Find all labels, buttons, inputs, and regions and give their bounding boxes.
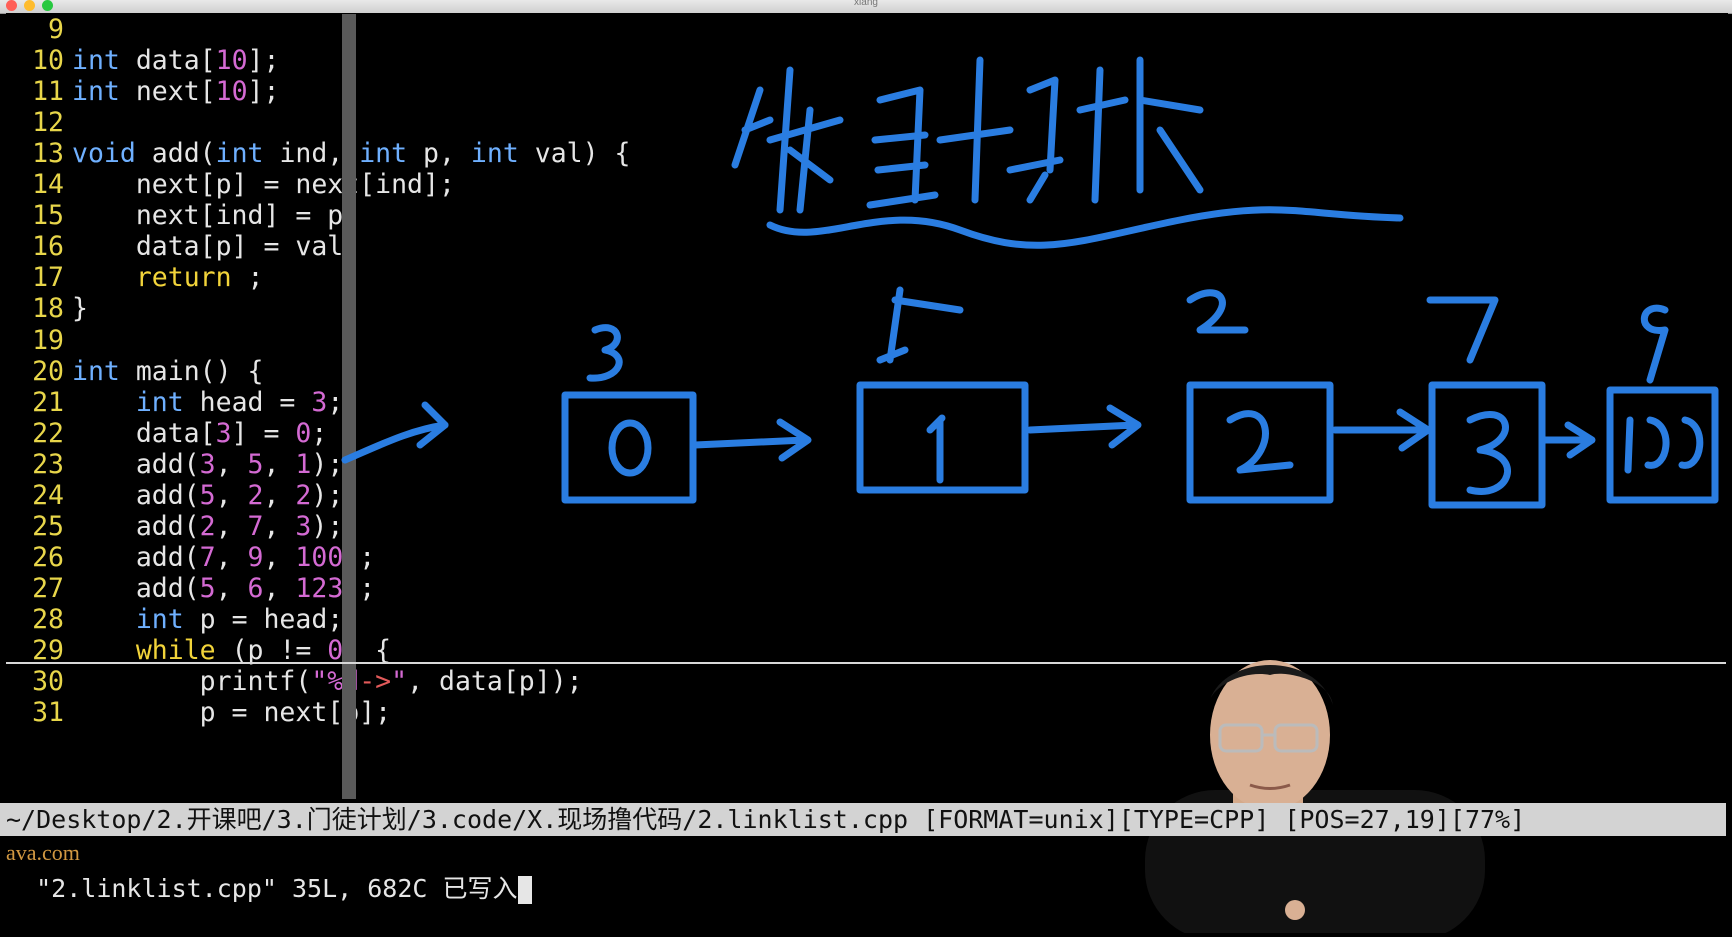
vim-command-line[interactable]: "2.linklist.cpp" 35L, 682C 已写入 [6, 838, 532, 904]
code-arrow-ink [341, 421, 449, 464]
node-4-ink [1606, 386, 1719, 504]
node-0-ink [561, 391, 697, 504]
vim-statusline: ~/Desktop/2.开课吧/3.门徒计划/3.code/X.现场撸代码/2.… [0, 803, 1726, 836]
index-3-ink [586, 324, 623, 382]
text-cursor [517, 876, 532, 904]
watermark-text: ava.com [6, 840, 80, 865]
node-1-ink [856, 381, 1029, 494]
command-message: "2.linklist.cpp" 35L, 682C 已写入 [36, 874, 518, 903]
heading-ink [731, 56, 1404, 249]
presenter-video [1085, 660, 1505, 937]
index-2-ink [1186, 289, 1249, 334]
index-7-ink [1426, 296, 1499, 364]
node-3-ink [1428, 381, 1546, 509]
index-5-ink [876, 286, 964, 364]
index-9-ink [1640, 304, 1669, 384]
node-2-ink [1186, 381, 1334, 504]
